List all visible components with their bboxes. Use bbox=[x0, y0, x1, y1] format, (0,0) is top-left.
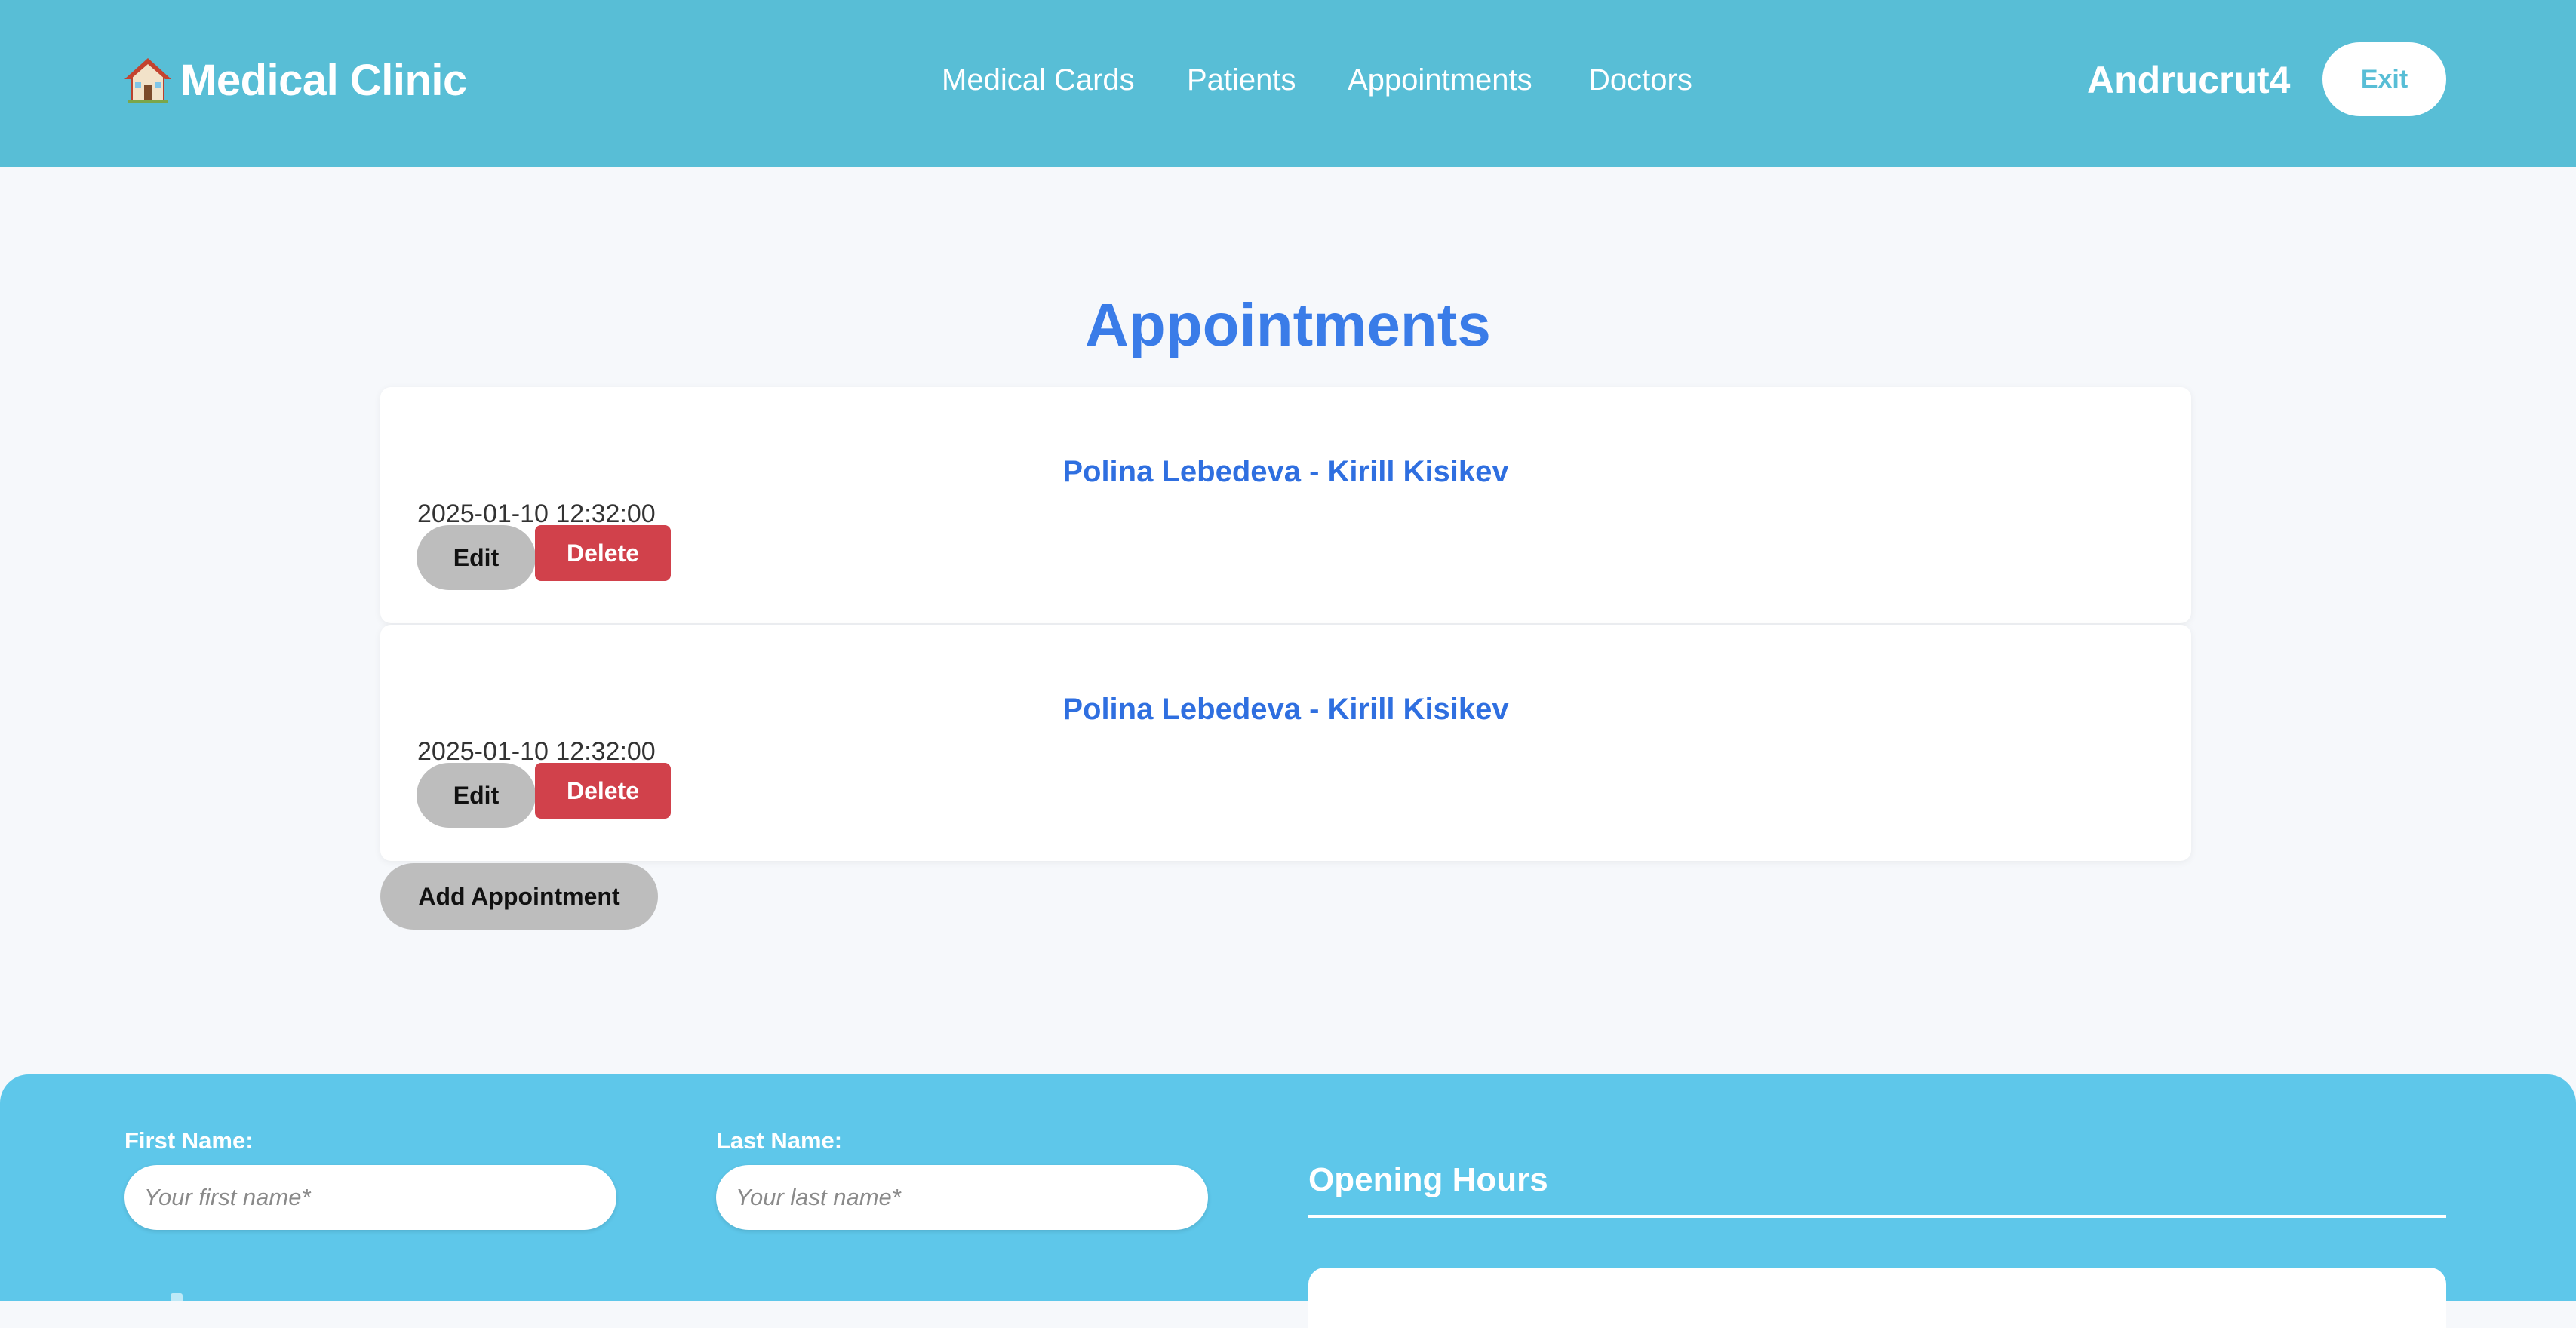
edit-button[interactable]: Edit bbox=[417, 525, 536, 590]
top-navbar: Medical Clinic Medical Cards Patients Ap… bbox=[0, 0, 2576, 167]
opening-hours-title: Opening Hours bbox=[1308, 1161, 1548, 1198]
exit-button[interactable]: Exit bbox=[2322, 42, 2446, 116]
appointment-title: Polina Lebedeva - Kirill Kisikev bbox=[1062, 693, 1509, 726]
nav-medical-cards[interactable]: Medical Cards bbox=[942, 59, 1135, 101]
page-title: Appointments bbox=[1085, 291, 1491, 358]
first-name-input[interactable] bbox=[124, 1165, 616, 1230]
add-appointment-button[interactable]: Add Appointment bbox=[380, 863, 658, 930]
appointment-card: Polina Lebedeva - Kirill Kisikev 2025-01… bbox=[380, 625, 2191, 861]
logo-text: Medical Clinic bbox=[180, 55, 467, 105]
partial-label-fragment bbox=[171, 1293, 183, 1301]
footer: First Name: Last Name: Opening Hours bbox=[0, 1074, 2576, 1328]
nav-appointments[interactable]: Appointments bbox=[1348, 59, 1532, 101]
opening-hours-panel bbox=[1308, 1268, 2446, 1328]
user-name: Andrucrut4 bbox=[2087, 59, 2291, 101]
edit-button[interactable]: Edit bbox=[417, 763, 536, 828]
delete-button[interactable]: Delete bbox=[535, 525, 671, 581]
opening-hours-divider bbox=[1308, 1215, 2446, 1218]
nav-doctors[interactable]: Doctors bbox=[1588, 59, 1692, 101]
delete-button[interactable]: Delete bbox=[535, 763, 671, 819]
appointment-title: Polina Lebedeva - Kirill Kisikev bbox=[1062, 455, 1509, 488]
last-name-input[interactable] bbox=[716, 1165, 1208, 1230]
nav-patients[interactable]: Patients bbox=[1187, 59, 1296, 101]
last-name-label: Last Name: bbox=[716, 1127, 843, 1154]
logo[interactable]: Medical Clinic bbox=[124, 51, 467, 109]
house-icon bbox=[124, 57, 171, 103]
appointment-card: Polina Lebedeva - Kirill Kisikev 2025-01… bbox=[380, 387, 2191, 623]
first-name-label: First Name: bbox=[124, 1127, 254, 1154]
